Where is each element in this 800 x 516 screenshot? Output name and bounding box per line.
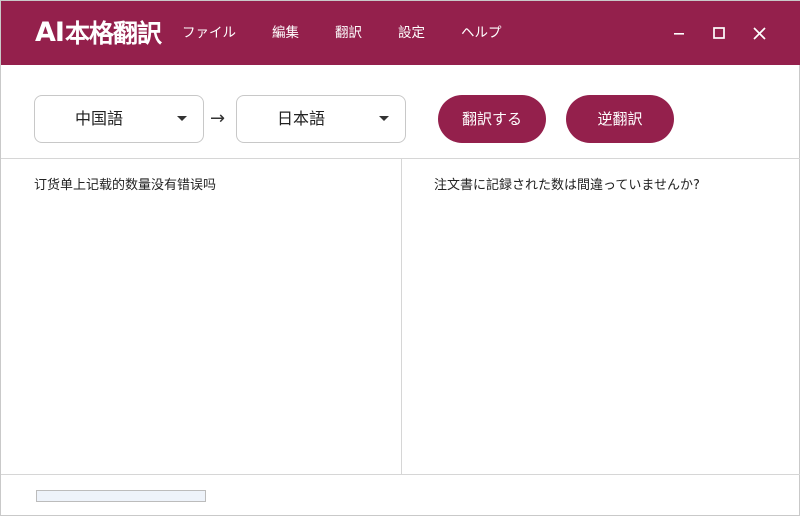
close-button[interactable] (744, 19, 774, 47)
source-text-area[interactable]: 订货单上记载的数量没有错误吗 (34, 177, 384, 195)
menu-settings[interactable]: 設定 (398, 23, 425, 43)
maximize-button[interactable] (704, 19, 734, 47)
maximize-icon (713, 27, 725, 39)
menu-help[interactable]: ヘルプ (461, 23, 502, 43)
minimize-icon (674, 33, 684, 35)
close-icon (752, 26, 766, 40)
chevron-down-icon (379, 116, 389, 121)
progress-bar (36, 490, 206, 502)
minimize-button[interactable] (664, 19, 694, 47)
logo-product-name: 本格翻訳 (64, 19, 162, 48)
arrow-right-icon: → (210, 108, 226, 129)
target-language-value: 日本語 (276, 109, 325, 128)
menu-file[interactable]: ファイル (182, 23, 236, 43)
menu-translate[interactable]: 翻訳 (335, 23, 362, 43)
divider-bottom (1, 474, 800, 475)
title-bar: AI 本格翻訳 ファイル 編集 翻訳 設定 ヘルプ (1, 1, 800, 65)
target-language-select[interactable]: 日本語 (236, 95, 406, 143)
pane-divider (401, 158, 402, 474)
back-translate-button[interactable]: 逆翻訳 (566, 95, 674, 143)
app-window: AI 本格翻訳 ファイル 編集 翻訳 設定 ヘルプ 中国語 → 日本語 翻訳する… (0, 0, 800, 516)
menu-edit[interactable]: 編集 (272, 23, 299, 43)
target-text-area[interactable]: 注文書に記録された数は間違っていませんか? (434, 177, 784, 195)
source-language-value: 中国語 (74, 109, 123, 128)
source-language-select[interactable]: 中国語 (34, 95, 204, 143)
chevron-down-icon (177, 116, 187, 121)
app-logo: AI 本格翻訳 (35, 16, 162, 49)
menu-bar: ファイル 編集 翻訳 設定 ヘルプ (182, 23, 538, 43)
translate-button[interactable]: 翻訳する (438, 95, 546, 143)
logo-ai-text: AI (35, 16, 65, 48)
